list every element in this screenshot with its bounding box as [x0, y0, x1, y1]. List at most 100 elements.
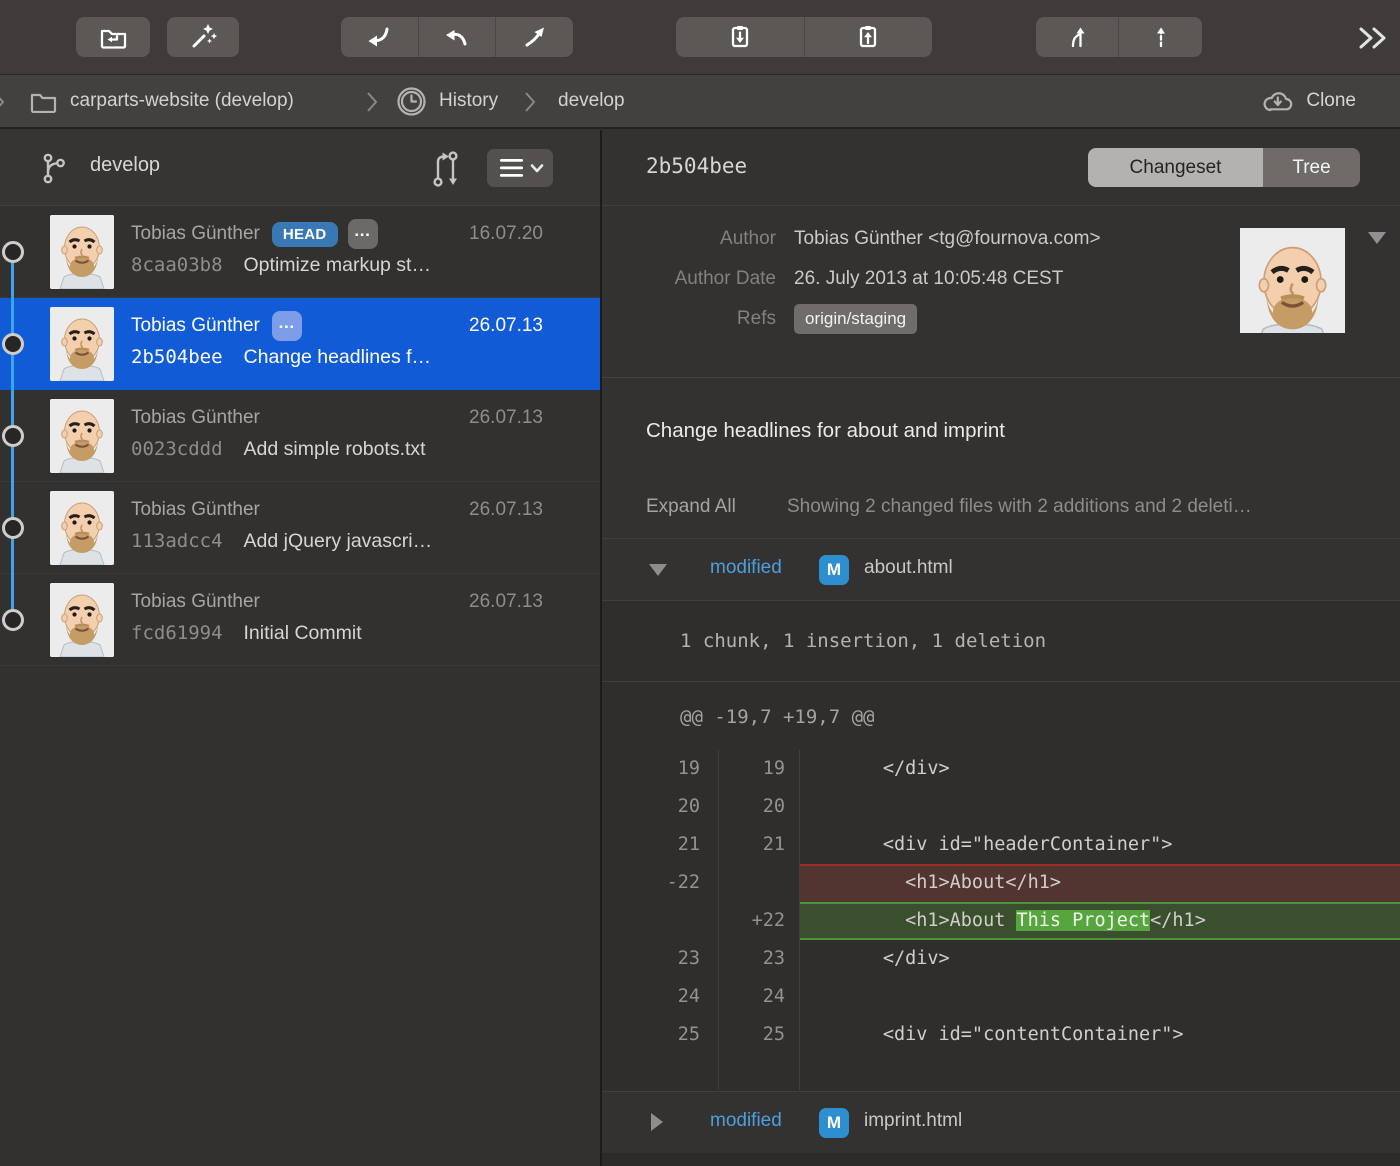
detail-header: 2b504bee Changeset Tree: [602, 130, 1400, 206]
commit-subject: Change headlines f…: [244, 346, 432, 369]
checkout-button[interactable]: [341, 17, 419, 57]
quick-actions-button[interactable]: [167, 17, 239, 57]
diff-line[interactable]: 19 19 </div>: [602, 750, 1400, 788]
commit-hash: fcd61994: [131, 622, 223, 644]
diff-line[interactable]: 24 24: [602, 978, 1400, 1016]
files-summary: Showing 2 changed files with 2 additions…: [787, 496, 1252, 518]
code-text: <h1>About</h1>: [800, 864, 1400, 902]
stash-save-icon: [727, 24, 753, 50]
rebase-button[interactable]: [1119, 17, 1202, 57]
file-row-imprint[interactable]: modified M imprint.html: [602, 1092, 1400, 1154]
commit-row-line2: fcd61994 Initial Commit: [131, 622, 362, 645]
commit-hash: 8caa03b8: [131, 254, 223, 276]
diff-line[interactable]: +22 <h1>About This Project</h1>: [602, 902, 1400, 940]
file-status: modified: [710, 1110, 782, 1132]
tab-tree[interactable]: Tree: [1263, 148, 1360, 187]
commit-list: Tobias Günther HEAD … 16.07.20 8caa03b8 O…: [0, 206, 600, 1166]
stash-apply-icon: [855, 24, 881, 50]
head-badge: HEAD: [272, 222, 338, 247]
more-refs-badge[interactable]: …: [348, 219, 378, 249]
stash-apply-button[interactable]: [805, 17, 933, 57]
compare-icon[interactable]: [426, 149, 464, 189]
commit-row[interactable]: Tobias Günther 26.07.13 0023cddd Add sim…: [0, 390, 600, 482]
commit-row-line1: Tobias Günther: [131, 403, 272, 433]
arrow-up-right-icon: [522, 25, 548, 49]
commit-date: 26.07.13: [469, 315, 543, 337]
tower-git-window: carparts-website (develop) History devel…: [0, 0, 1400, 1166]
commit-author: Tobias Günther: [131, 223, 260, 245]
commit-row-line2: 0023cddd Add simple robots.txt: [131, 438, 426, 461]
breadcrumb-branch-label: develop: [558, 90, 625, 112]
diff-line[interactable]: [602, 1054, 1400, 1090]
breadcrumb-repo-label: carparts-website (develop): [70, 90, 294, 112]
diff-line[interactable]: 25 25 <div id="contentContainer">: [602, 1016, 1400, 1054]
merge-button[interactable]: [1036, 17, 1119, 57]
commit-row[interactable]: Tobias Günther 26.07.13 fcd61994 Initial…: [0, 574, 600, 666]
collapse-triangle-icon[interactable]: [649, 564, 667, 576]
clone-button[interactable]: Clone: [1261, 75, 1356, 127]
avatar: [50, 491, 114, 565]
refs-badge[interactable]: origin/staging: [794, 304, 917, 334]
commit-row-line2: 8caa03b8 Optimize markup st…: [131, 254, 431, 277]
new-line-number: 20: [719, 788, 800, 826]
open-repo-button[interactable]: [76, 17, 150, 57]
commit-row-line1: Tobias Günther: [131, 587, 272, 617]
commit-row-line1: Tobias Günther: [131, 495, 272, 525]
old-line-number: 19: [602, 750, 719, 788]
commit-row-line1: Tobias Günther …: [131, 311, 302, 341]
code-text: </div>: [800, 940, 1400, 978]
undo-button[interactable]: [419, 17, 497, 57]
file-row-about[interactable]: modified M about.html: [602, 539, 1400, 601]
chevron-right-icon: [366, 91, 378, 113]
old-line-number: 24: [602, 978, 719, 1016]
breadcrumb-repo[interactable]: carparts-website (develop): [30, 75, 294, 127]
diff-line[interactable]: 20 20: [602, 788, 1400, 826]
commit-date: 26.07.13: [469, 591, 543, 613]
arrow-hook-left-icon: [444, 25, 470, 49]
file-name: imprint.html: [864, 1110, 962, 1132]
chunk-header: @@ -19,7 +19,7 @@: [680, 706, 874, 728]
merge-group: [1036, 17, 1202, 57]
merge-lanes-icon: [1064, 24, 1090, 50]
toolbar-overflow-button[interactable]: [1352, 24, 1392, 52]
author-date-row: Author Date 26. July 2013 at 10:05:48 CE…: [602, 268, 1063, 290]
commit-node-icon: [2, 609, 24, 631]
code-text: [800, 788, 1400, 826]
view-options-button[interactable]: [487, 149, 553, 187]
code-text: </div>: [800, 750, 1400, 788]
commit-date: 16.07.20: [469, 223, 543, 245]
commit-author: Tobias Günther: [131, 499, 260, 521]
commit-row[interactable]: Tobias Günther 26.07.13 113adcc4 Add jQu…: [0, 482, 600, 574]
bottom-strip: [602, 1153, 1400, 1166]
more-refs-badge[interactable]: …: [272, 311, 302, 341]
file-name: about.html: [864, 557, 953, 579]
breadcrumb-history[interactable]: History: [396, 75, 498, 127]
avatar-dropdown-icon[interactable]: [1368, 232, 1386, 244]
commit-hash: 0023cddd: [131, 438, 223, 460]
refs-label: Refs: [602, 308, 776, 330]
commit-row[interactable]: Tobias Günther … 26.07.13 2b504bee Chang…: [0, 298, 600, 390]
folder-panel-icon: [100, 25, 127, 49]
breadcrumb-branch[interactable]: develop: [558, 75, 625, 127]
stash-save-button[interactable]: [676, 17, 805, 57]
expand-all-link[interactable]: Expand All: [646, 496, 736, 518]
tab-changeset[interactable]: Changeset: [1088, 148, 1263, 187]
overflow-chevrons-icon: [1355, 25, 1389, 51]
redo-button[interactable]: [496, 17, 573, 57]
sidebar-header: develop: [0, 130, 600, 206]
branch-title: develop: [90, 154, 160, 177]
new-line-number: 25: [719, 1016, 800, 1054]
expand-triangle-icon[interactable]: [651, 1113, 663, 1131]
view-toggle: Changeset Tree: [1088, 148, 1360, 187]
old-line-number: [602, 902, 719, 940]
file-status: modified: [710, 557, 782, 579]
old-line-number: 25: [602, 1016, 719, 1054]
diff-line[interactable]: -22 <h1>About</h1>: [602, 864, 1400, 902]
commit-node-icon: [2, 517, 24, 539]
commit-hash: 2b504bee: [131, 346, 223, 368]
diff-line[interactable]: 21 21 <div id="headerContainer">: [602, 826, 1400, 864]
clone-label: Clone: [1306, 90, 1356, 112]
commit-row[interactable]: Tobias Günther HEAD … 16.07.20 8caa03b8 O…: [0, 206, 600, 298]
diff-line[interactable]: 23 23 </div>: [602, 940, 1400, 978]
commit-badges: …: [272, 311, 302, 341]
